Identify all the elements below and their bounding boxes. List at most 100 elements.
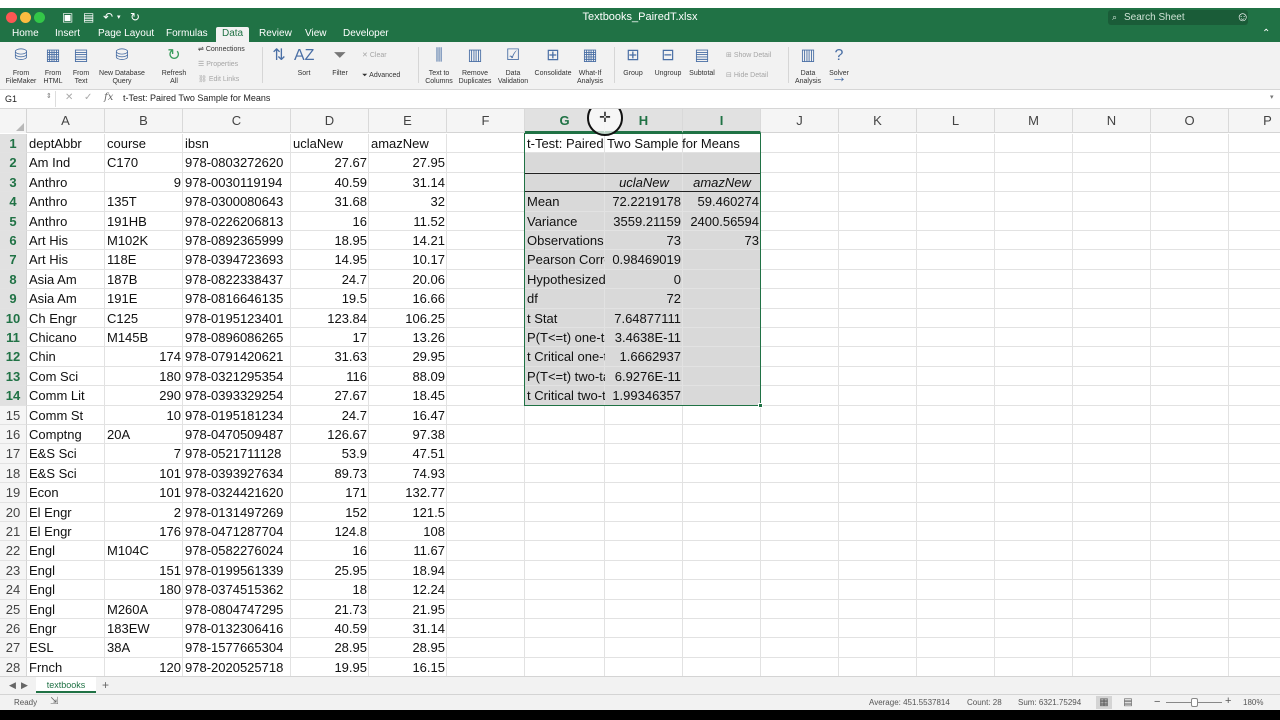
data-cell[interactable]: 18 <box>291 580 369 599</box>
data-cell[interactable]: Engl <box>27 561 105 580</box>
data-cell[interactable]: 14.95 <box>291 250 369 269</box>
column-header-e[interactable]: E <box>369 109 447 133</box>
text-to-columns-button[interactable]: ⫼ Text to Columns <box>422 45 456 86</box>
data-cell[interactable]: 47.51 <box>369 444 447 463</box>
sheet-tab-textbooks[interactable]: textbooks <box>36 677 96 693</box>
row-header-25[interactable]: 25 <box>0 599 27 619</box>
row-header-6[interactable]: 6 <box>0 231 27 251</box>
data-cell[interactable]: E&S Sci <box>27 464 105 483</box>
data-cell[interactable]: Art His <box>27 231 105 250</box>
subtotal-button[interactable]: ▤ Subtotal <box>686 45 718 78</box>
row-header-13[interactable]: 13 <box>0 366 27 387</box>
data-cell[interactable]: Engl <box>27 600 105 619</box>
data-cell[interactable]: 18.45 <box>369 386 447 405</box>
data-cell[interactable]: El Engr <box>27 503 105 522</box>
clear-filter-button[interactable]: ✕ Clear <box>362 51 387 60</box>
data-cell[interactable]: 191E <box>105 289 183 308</box>
row-header-4[interactable]: 4 <box>0 192 27 212</box>
data-cell[interactable]: 978-0804747295 <box>183 600 291 619</box>
data-cell[interactable]: 191HB <box>105 212 183 231</box>
zoom-out-icon[interactable]: − <box>1154 696 1160 708</box>
column-header-b[interactable]: B <box>105 109 183 133</box>
data-cell[interactable]: Asia Am <box>27 289 105 308</box>
worksheet[interactable]: ABCDEFGHIJKLMNOP 1 2 3 4 5 6 7 8 9 10 11 12 13 14 15 16… <box>0 109 1280 676</box>
data-cell[interactable]: 28.95 <box>291 638 369 657</box>
data-cell[interactable]: 978-0321295354 <box>183 367 291 386</box>
show-detail-button[interactable]: ⊞ Show Detail <box>726 51 771 60</box>
data-cell[interactable]: 28.95 <box>369 638 447 657</box>
hide-detail-button[interactable]: ⊟ Hide Detail <box>726 71 768 80</box>
data-cell[interactable]: 14.21 <box>369 231 447 250</box>
data-cell[interactable]: 120 <box>105 658 183 676</box>
data-cell[interactable]: 16.66 <box>369 289 447 308</box>
data-cell[interactable]: 135T <box>105 192 183 211</box>
data-cell[interactable]: Com Sci <box>27 367 105 386</box>
data-cell[interactable]: 11.52 <box>369 212 447 231</box>
fill-handle[interactable] <box>758 402 763 408</box>
data-cell[interactable]: 180 <box>105 367 183 386</box>
data-cell[interactable]: 978-0393927634 <box>183 464 291 483</box>
row-header-9[interactable]: 9 <box>0 289 27 309</box>
data-cell[interactable]: 16.47 <box>369 406 447 425</box>
data-cell[interactable]: Asia Am <box>27 270 105 289</box>
data-cell[interactable]: 174 <box>105 347 183 366</box>
row-header-15[interactable]: 15 <box>0 405 27 425</box>
data-cell[interactable]: 118E <box>105 250 183 269</box>
data-cell[interactable]: 183EW <box>105 619 183 638</box>
column-header-i[interactable]: I <box>683 109 761 133</box>
data-cell[interactable]: 106.25 <box>369 309 447 328</box>
data-cell[interactable]: 11.67 <box>369 541 447 560</box>
row-header-3[interactable]: 3 <box>0 172 27 193</box>
data-cell[interactable]: 29.95 <box>369 347 447 366</box>
data-cell[interactable]: 16 <box>291 541 369 560</box>
data-cell[interactable]: 121.5 <box>369 503 447 522</box>
data-cell[interactable]: 978-0394723693 <box>183 250 291 269</box>
row-header-1[interactable]: 1 <box>0 134 27 154</box>
data-cell[interactable]: 978-0896086265 <box>183 328 291 347</box>
data-cell[interactable]: 290 <box>105 386 183 405</box>
data-cell[interactable]: 31.14 <box>369 173 447 192</box>
data-cell[interactable]: Chicano <box>27 328 105 347</box>
data-cell[interactable]: 31.63 <box>291 347 369 366</box>
header-cell[interactable]: deptAbbr <box>27 134 105 153</box>
what-if-analysis-button[interactable]: ▦ What-If Analysis <box>574 45 606 86</box>
data-cell[interactable]: 18.94 <box>369 561 447 580</box>
zoom-in-icon[interactable]: + <box>1225 695 1231 707</box>
zoom-slider-thumb[interactable] <box>1191 698 1198 707</box>
column-header-n[interactable]: N <box>1073 109 1151 133</box>
data-cell[interactable]: C125 <box>105 309 183 328</box>
data-cell[interactable]: M104C <box>105 541 183 560</box>
add-sheet-icon[interactable]: + <box>102 678 109 692</box>
row-header-7[interactable]: 7 <box>0 250 27 270</box>
properties-button[interactable]: ☰ Properties <box>198 60 238 69</box>
data-cell[interactable]: 978-0521711128 <box>183 444 291 463</box>
column-header-c[interactable]: C <box>183 109 291 133</box>
tab-home[interactable]: Home <box>6 27 45 42</box>
data-cell[interactable]: 978-0324421620 <box>183 483 291 502</box>
row-header-24[interactable]: 24 <box>0 580 27 600</box>
data-cell[interactable]: 24.7 <box>291 406 369 425</box>
column-header-o[interactable]: O <box>1151 109 1229 133</box>
expand-formula-bar-icon[interactable]: ▾ <box>1270 93 1274 101</box>
data-cell[interactable]: 978-0374515362 <box>183 580 291 599</box>
column-header-f[interactable]: F <box>447 109 525 133</box>
row-header-5[interactable]: 5 <box>0 211 27 231</box>
data-cell[interactable]: 19.95 <box>291 658 369 676</box>
data-cell[interactable]: 10.17 <box>369 250 447 269</box>
row-header-16[interactable]: 16 <box>0 425 27 445</box>
data-cell[interactable]: 978-0132306416 <box>183 619 291 638</box>
data-cell[interactable]: 116 <box>291 367 369 386</box>
insert-function-icon[interactable]: fx <box>104 92 113 103</box>
data-cell[interactable]: 978-0030119194 <box>183 173 291 192</box>
filter-button[interactable]: ⏷ Filter <box>328 45 352 78</box>
data-cell[interactable]: 17 <box>291 328 369 347</box>
data-cell[interactable]: 101 <box>105 483 183 502</box>
data-cell[interactable]: El Engr <box>27 522 105 541</box>
data-cell[interactable]: 978-0791420621 <box>183 347 291 366</box>
data-cell[interactable]: Am Ind <box>27 153 105 172</box>
sort-button[interactable]: AZ Sort <box>292 45 316 78</box>
data-cell[interactable]: 9 <box>105 173 183 192</box>
data-cell[interactable]: 124.8 <box>291 522 369 541</box>
row-header-17[interactable]: 17 <box>0 444 27 464</box>
data-cell[interactable]: 978-0393329254 <box>183 386 291 405</box>
